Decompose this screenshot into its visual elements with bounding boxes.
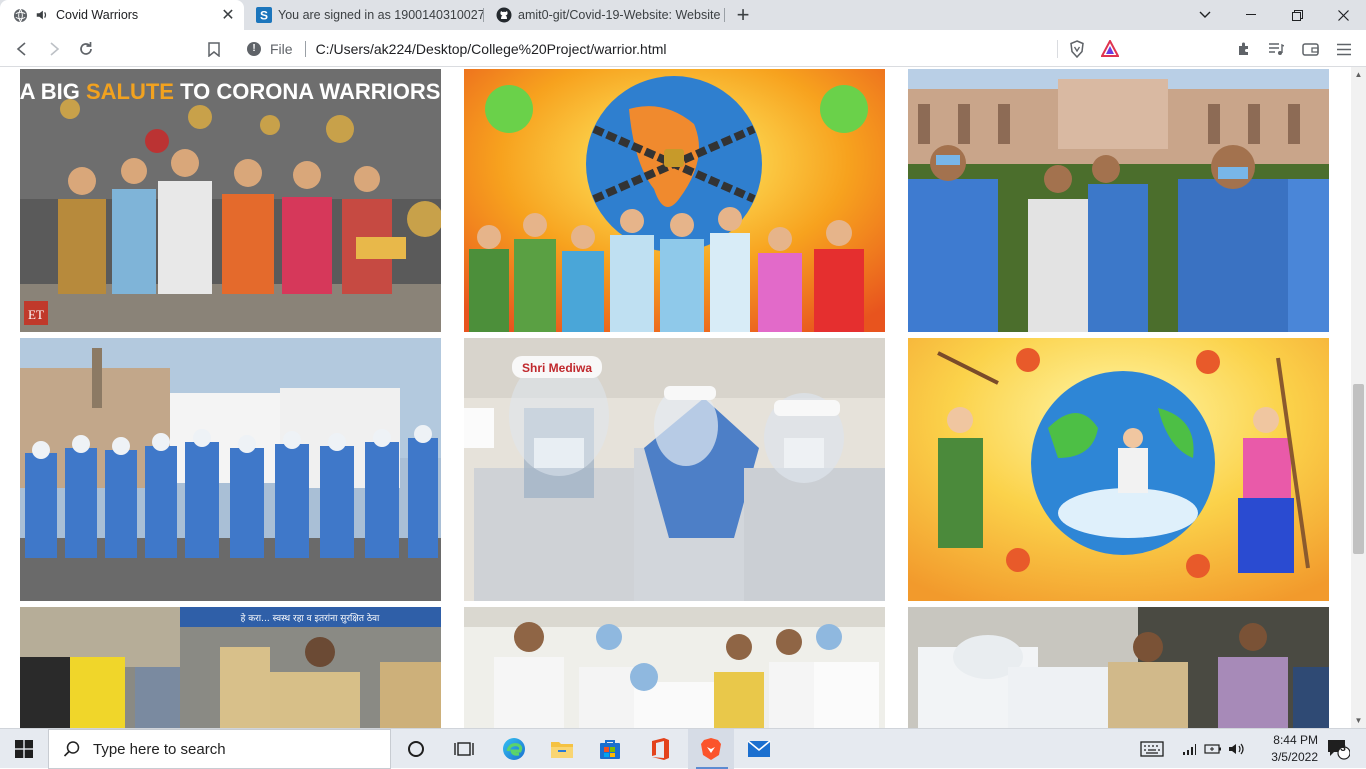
page-scrollbar[interactable]: ▲ ▼ [1351, 67, 1366, 728]
brave-shield-icon[interactable] [1069, 40, 1085, 61]
reload-button[interactable] [72, 35, 100, 63]
file-label: File [270, 40, 293, 57]
clock-date: 3/5/2022 [1271, 750, 1318, 764]
minimize-button[interactable] [1228, 0, 1274, 30]
tab-search-icon[interactable] [1182, 0, 1228, 30]
tab-github[interactable]: amit0-git/Covid-19-Website: Website [484, 0, 724, 30]
tab-title: You are signed in as 1900140310027 [278, 8, 484, 22]
back-button[interactable] [8, 35, 36, 63]
windows-taskbar: Type here to search 8:44 PM 3/5/2022 3 [0, 728, 1366, 769]
notification-count: 3 [1340, 743, 1346, 754]
gallery-image-salute-mural: A BIG SALUTE TO CORONA WARRIORS ET [20, 69, 441, 332]
svg-text:S: S [260, 9, 268, 23]
browser-toolbar: ! File C:/Users/ak224/Desktop/College%20… [0, 30, 1366, 67]
tab-title: Covid Warriors [56, 8, 139, 22]
restore-button[interactable] [1274, 0, 1320, 30]
sign-text: हे करा... स्वस्थ रहा व इतरांना सुरक्षित … [241, 612, 380, 624]
menu-icon[interactable] [1330, 35, 1358, 63]
search-placeholder: Type here to search [93, 740, 226, 758]
search-icon [63, 740, 81, 758]
store-icon[interactable] [588, 729, 632, 769]
gallery-image-police-street: हे करा... स्वस्थ रहा व इतरांना सुरक्षित … [20, 607, 441, 728]
address-bar[interactable]: ! File C:/Users/ak224/Desktop/College%20… [237, 34, 1129, 63]
separator [304, 40, 306, 57]
clock-time: 8:44 PM [1273, 733, 1318, 747]
taskbar-search-input[interactable]: Type here to search [48, 729, 391, 769]
mural-caption: A BIG SALUTE TO CORONA WARRIORS [20, 79, 440, 104]
clock[interactable]: 8:44 PM 3/5/2022 [1271, 732, 1318, 766]
gallery-image-face-shields: Shri Mediwa [464, 338, 885, 601]
globe-icon [12, 7, 28, 23]
github-icon [496, 7, 512, 23]
touch-keyboard-icon[interactable] [1136, 729, 1168, 769]
network-icon[interactable] [1178, 729, 1200, 769]
s-logo-icon: S [256, 7, 272, 23]
info-icon[interactable]: ! [247, 41, 261, 56]
bookmark-icon[interactable] [200, 35, 228, 63]
gallery-image-testing [908, 607, 1329, 728]
task-view-icon[interactable] [442, 729, 486, 769]
brave-rewards-icon[interactable] [1100, 38, 1120, 60]
office-icon[interactable] [638, 729, 682, 769]
tab-signed-in[interactable]: S You are signed in as 1900140310027 [244, 0, 484, 30]
edge-icon[interactable] [492, 729, 536, 769]
wallet-icon[interactable] [1296, 35, 1324, 63]
tab-covid-warriors[interactable]: Covid Warriors ✕ [0, 0, 244, 30]
file-explorer-icon[interactable] [540, 729, 584, 769]
et-badge: ET [28, 307, 44, 322]
close-tab-icon[interactable]: ✕ [218, 5, 238, 25]
tab-title: amit0-git/Covid-19-Website: Website [518, 8, 721, 22]
scroll-thumb[interactable] [1353, 384, 1364, 554]
brave-browser-icon[interactable] [688, 729, 734, 769]
close-window-button[interactable] [1320, 0, 1366, 30]
page-content: A BIG SALUTE TO CORONA WARRIORS ET Shri … [0, 67, 1366, 728]
tab-strip: Covid Warriors ✕ S You are signed in as … [0, 0, 1366, 30]
url-text[interactable]: C:/Users/ak224/Desktop/College%20Project… [316, 41, 1129, 57]
forward-button[interactable] [40, 35, 68, 63]
tab-separator [724, 8, 725, 22]
new-tab-button[interactable]: + [731, 2, 755, 27]
cortana-icon[interactable] [394, 729, 438, 769]
gallery-image-chain-painting [464, 69, 885, 332]
gallery-image-globe-painting [908, 338, 1329, 601]
battery-icon[interactable] [1202, 729, 1224, 769]
mail-icon[interactable] [736, 729, 782, 769]
scroll-up-icon[interactable]: ▲ [1351, 67, 1366, 82]
notification-center-icon[interactable]: 3 [1318, 729, 1358, 769]
shield-text: Shri Mediwa [522, 361, 592, 375]
gallery-image-doctors [464, 607, 885, 728]
start-button[interactable] [0, 729, 48, 769]
gallery-image-nurses-thumbs-up [908, 69, 1329, 332]
omnibox-divider [1057, 40, 1058, 58]
scroll-down-icon[interactable]: ▼ [1351, 713, 1366, 728]
media-queue-icon[interactable] [1262, 35, 1290, 63]
volume-icon[interactable] [1226, 729, 1248, 769]
gallery-image-ppe-group [20, 338, 441, 601]
extensions-icon[interactable] [1230, 35, 1258, 63]
speaker-icon[interactable] [34, 7, 50, 23]
